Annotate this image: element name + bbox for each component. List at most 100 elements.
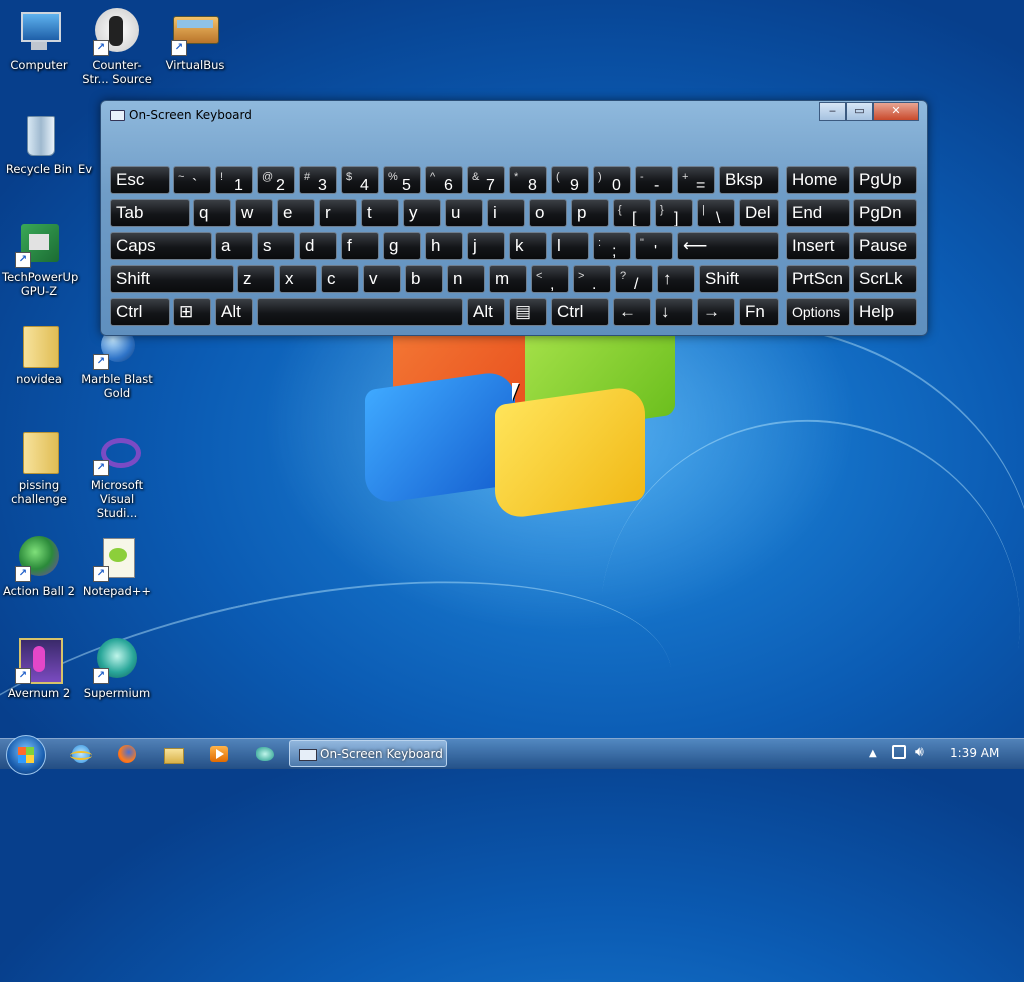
key-ctrl-left[interactable]: Ctrl [110,298,170,326]
key-equals[interactable]: + = [677,166,715,194]
desktop-icon-counter-strike[interactable]: ↗ Counter-Str... Source [80,8,154,86]
key-q[interactable]: q [193,199,231,227]
clock[interactable]: 1:39 AM [950,746,999,760]
key-prtscn[interactable]: PrtScn [786,265,850,293]
desktop-icon-notepadpp[interactable]: ↗ Notepad++ [80,534,154,598]
key-semicolon[interactable]: :; [593,232,631,260]
explorer-folder-icon[interactable] [162,743,184,765]
network-icon[interactable] [892,745,906,759]
pinned-app-icon[interactable] [254,743,276,765]
desktop-icon-recycle-bin[interactable]: Recycle Bin [2,112,76,176]
key-arrow-right[interactable]: → [697,298,735,326]
key-l[interactable]: l [551,232,589,260]
key-backspace[interactable]: Bksp [719,166,779,194]
minimize-button[interactable]: ‒ [819,102,846,121]
key-comma[interactable]: <, [531,265,569,293]
key-z[interactable]: z [237,265,275,293]
key-esc[interactable]: Esc [110,166,170,194]
desktop-icon-novidea[interactable]: novidea [2,322,76,386]
key-t[interactable]: t [361,199,399,227]
maximize-button[interactable]: ▭ [846,102,873,121]
desktop-icon-gpu-z[interactable]: ↗ TechPowerUp GPU-Z [2,220,78,298]
key-k[interactable]: k [509,232,547,260]
key-b[interactable]: b [405,265,443,293]
key-5[interactable]: % 5 [383,166,421,194]
key-period[interactable]: >. [573,265,611,293]
key-quote[interactable]: " ' [635,232,673,260]
on-screen-keyboard-window[interactable]: On-Screen Keyboard ‒ ▭ ✕ Esc ~ ` ! 1 @2 #3… [100,100,928,336]
key-p[interactable]: p [571,199,609,227]
key-r[interactable]: r [319,199,357,227]
key-enter[interactable]: ⟵ [677,232,779,260]
key-fn[interactable]: Fn [739,298,779,326]
key-help[interactable]: Help [853,298,917,326]
key-2[interactable]: @2 [257,166,295,194]
key-s[interactable]: s [257,232,295,260]
key-x[interactable]: x [279,265,317,293]
key-pgdn[interactable]: PgDn [853,199,917,227]
key-y[interactable]: y [403,199,441,227]
key-menu[interactable]: ▤ [509,298,547,326]
key-backslash[interactable]: | \ [697,199,735,227]
window-titlebar[interactable]: On-Screen Keyboard ‒ ▭ ✕ [101,101,927,129]
key-v[interactable]: v [363,265,401,293]
key-a[interactable]: a [215,232,253,260]
key-slash[interactable]: ? / [615,265,653,293]
firefox-icon[interactable] [116,743,138,765]
key-j[interactable]: j [467,232,505,260]
desktop-icon-visual-studio[interactable]: ↗ Microsoft Visual Studi... [80,428,154,520]
key-pgup[interactable]: PgUp [853,166,917,194]
key-h[interactable]: h [425,232,463,260]
key-1[interactable]: ! 1 [215,166,253,194]
key-space[interactable] [257,298,463,326]
key-arrow-left[interactable]: ← [613,298,651,326]
key-minus[interactable]: -- [635,166,673,194]
key-windows[interactable]: ⊞ [173,298,211,326]
key-0[interactable]: ) 0 [593,166,631,194]
key-4[interactable]: $4 [341,166,379,194]
desktop-icon-virtualbus[interactable]: ↗ VirtualBus [158,8,232,72]
key-f[interactable]: f [341,232,379,260]
key-tilde[interactable]: ~ ` [173,166,211,194]
key-alt-right[interactable]: Alt [467,298,505,326]
key-arrow-up[interactable]: ↑ [657,265,695,293]
key-pause[interactable]: Pause [853,232,917,260]
key-ctrl-right[interactable]: Ctrl [551,298,609,326]
desktop-icon-partial[interactable]: Ev [78,148,100,176]
key-e[interactable]: e [277,199,315,227]
start-button[interactable] [6,735,46,775]
key-o[interactable]: o [529,199,567,227]
desktop-icon-supermium[interactable]: ↗ Supermium [80,636,154,700]
key-g[interactable]: g [383,232,421,260]
key-shift-right[interactable]: Shift [699,265,779,293]
key-3[interactable]: #3 [299,166,337,194]
close-button[interactable]: ✕ [873,102,919,121]
desktop-icon-pissing-challenge[interactable]: pissing challenge [2,428,76,506]
internet-explorer-icon[interactable] [70,743,92,765]
key-left-bracket[interactable]: {[ [613,199,651,227]
key-9[interactable]: (9 [551,166,589,194]
key-scrlk[interactable]: ScrLk [853,265,917,293]
key-insert[interactable]: Insert [786,232,850,260]
desktop-icon-computer[interactable]: Computer [2,8,76,72]
desktop-icon-action-ball[interactable]: ↗ Action Ball 2 [2,534,76,598]
key-tab[interactable]: Tab [110,199,190,227]
key-right-bracket[interactable]: }] [655,199,693,227]
key-w[interactable]: w [235,199,273,227]
key-u[interactable]: u [445,199,483,227]
show-hidden-icons-button[interactable]: ▲ [869,748,877,759]
key-8[interactable]: * 8 [509,166,547,194]
key-d[interactable]: d [299,232,337,260]
key-m[interactable]: m [489,265,527,293]
key-n[interactable]: n [447,265,485,293]
key-caps[interactable]: Caps [110,232,212,260]
key-7[interactable]: & 7 [467,166,505,194]
key-6[interactable]: ^ 6 [425,166,463,194]
key-c[interactable]: c [321,265,359,293]
key-alt-left[interactable]: Alt [215,298,253,326]
key-i[interactable]: i [487,199,525,227]
key-shift-left[interactable]: Shift [110,265,234,293]
key-options[interactable]: Options [786,298,850,326]
desktop-icon-avernum[interactable]: ↗ Avernum 2 [2,636,76,700]
key-home[interactable]: Home [786,166,850,194]
